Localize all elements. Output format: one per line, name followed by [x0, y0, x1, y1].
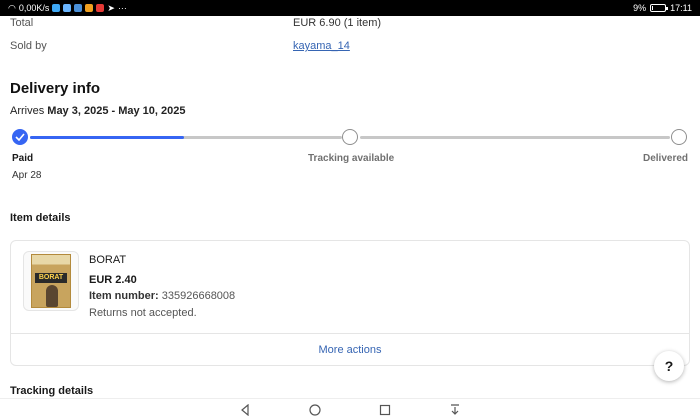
- step-paid-label: Paid: [12, 153, 34, 164]
- item-card: BORAT BORAT EUR 2.40 Item number: 335926…: [10, 240, 690, 366]
- sold-by-label: Sold by: [10, 40, 47, 52]
- app-icon: [74, 4, 83, 12]
- recents-icon[interactable]: [378, 403, 392, 417]
- network-speed: 0,00K/s: [18, 3, 50, 13]
- returns-note: Returns not accepted.: [89, 307, 197, 319]
- total-value: EUR 6.90 (1 item): [293, 17, 382, 29]
- app-icon: [85, 4, 94, 12]
- item-number: Item number: 335926668008: [89, 290, 235, 302]
- help-button[interactable]: ?: [654, 351, 684, 381]
- delivery-info-title: Delivery info: [10, 80, 101, 97]
- battery-percent: 9%: [633, 3, 647, 13]
- step-paid-dot: [12, 129, 28, 145]
- battery-icon: [650, 4, 669, 12]
- home-icon[interactable]: [308, 403, 322, 417]
- item-number-value: 335926668008: [161, 290, 236, 302]
- back-icon[interactable]: [238, 403, 252, 417]
- total-label: Total: [10, 17, 34, 29]
- status-bar: ◠ 0,00K/s ➤ ··· 9% 17:11: [0, 0, 700, 16]
- wifi-icon: ◠: [8, 2, 16, 13]
- more-actions-button[interactable]: More actions: [11, 333, 689, 367]
- app-icon: [96, 4, 105, 12]
- telegram-icon: ➤: [107, 2, 115, 13]
- item-title[interactable]: BORAT: [89, 254, 126, 266]
- battery-level: [652, 6, 654, 10]
- item-thumbnail[interactable]: BORAT: [23, 251, 79, 311]
- seller-link[interactable]: kayama_14: [293, 40, 350, 52]
- track-progress: [30, 136, 184, 139]
- arrives-range: May 3, 2025 - May 10, 2025: [47, 105, 186, 117]
- app-icon: [63, 4, 72, 12]
- system-nav-bar: [0, 398, 700, 420]
- arrives-prefix: Arrives: [10, 105, 48, 117]
- track-line-2: [360, 136, 670, 139]
- item-price: EUR 2.40: [89, 274, 137, 286]
- step-delivered-label: Delivered: [643, 153, 689, 164]
- clock: 17:11: [670, 3, 692, 13]
- arrives-text: Arrives May 3, 2025 - May 10, 2025: [10, 105, 186, 117]
- poster-figure: [46, 285, 58, 307]
- poster-title: BORAT: [35, 273, 67, 283]
- item-details-title: Item details: [10, 212, 71, 224]
- step-tracking-label: Tracking available: [308, 153, 395, 164]
- borat-poster-image: BORAT: [31, 254, 71, 308]
- notification-pull-icon[interactable]: [448, 403, 462, 417]
- step-paid-date: Apr 28: [12, 170, 42, 181]
- check-icon: [15, 133, 25, 141]
- step-tracking-dot: [342, 129, 358, 145]
- more-notifications: ···: [117, 3, 127, 13]
- app-icon: [52, 4, 61, 12]
- item-number-label: Item number:: [89, 290, 159, 302]
- step-delivered-dot: [671, 129, 687, 145]
- tracking-details-title: Tracking details: [10, 385, 94, 397]
